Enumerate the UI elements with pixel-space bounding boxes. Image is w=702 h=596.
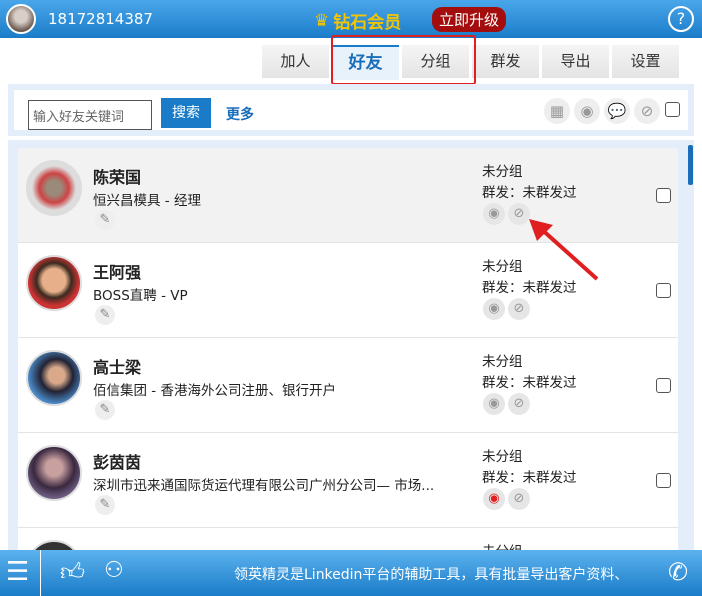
mass-send-status: 群发：未群发过 bbox=[482, 470, 577, 486]
top-bar: 18172814387 ♛ 钻石会员 立即升级 ? bbox=[0, 0, 702, 38]
contact-group: 未分组 bbox=[482, 164, 523, 180]
user-phone: 18172814387 bbox=[48, 10, 153, 28]
contact-title: BOSS直聘 - VP bbox=[93, 288, 188, 304]
menu-icon[interactable]: ☰ bbox=[6, 558, 29, 586]
avatar bbox=[26, 160, 82, 216]
row-checkbox[interactable] bbox=[656, 378, 671, 393]
tab-groups[interactable]: 分组 bbox=[402, 45, 469, 78]
divider bbox=[40, 550, 41, 596]
contact-group: 未分组 bbox=[482, 449, 523, 465]
eye-icon[interactable]: ◉ bbox=[483, 393, 505, 415]
eye-icon[interactable]: ◉ bbox=[483, 203, 505, 225]
crown-icon: ♛ bbox=[314, 10, 330, 31]
search-toolbar: 输入好友关键词 搜索 更多 ▦ ◉ 💬 ⊘ bbox=[8, 84, 694, 136]
contact-group: 未分组 bbox=[482, 354, 523, 370]
contact-name: 高士梁 bbox=[93, 358, 142, 377]
edit-icon[interactable]: ✎ bbox=[95, 210, 115, 230]
phone-icon[interactable]: ✆ bbox=[668, 558, 688, 586]
contact-name: 王阿强 bbox=[93, 263, 142, 282]
contact-group: 未分组 bbox=[482, 540, 523, 550]
avatar bbox=[26, 255, 82, 311]
contact-group: 未分组 bbox=[482, 259, 523, 275]
contact-name: 陈荣国 bbox=[93, 168, 142, 187]
block-icon[interactable]: ⊘ bbox=[508, 393, 530, 415]
contact-title: 深圳市迅来通国际货运代理有限公司广州分公司— 市场... bbox=[93, 478, 435, 494]
eye-icon[interactable]: ◉ bbox=[574, 98, 600, 124]
avatar bbox=[26, 445, 82, 501]
block-icon[interactable]: ⊘ bbox=[634, 98, 660, 124]
mass-send-status: 群发：未群发过 bbox=[482, 185, 577, 201]
grid-view-icon[interactable]: ▦ bbox=[544, 98, 570, 124]
avatar bbox=[26, 540, 82, 550]
block-icon[interactable]: ⊘ bbox=[508, 298, 530, 320]
contact-title: 恒兴昌模具 - 经理 bbox=[93, 193, 201, 209]
list-item[interactable]: 高士梁 佰信集团 - 香港海外公司注册、银行开户 ✎ 未分组 群发：未群发过 ◉… bbox=[18, 338, 678, 433]
user-avatar[interactable] bbox=[6, 4, 36, 34]
vip-badge: ♛ 钻石会员 bbox=[314, 10, 402, 34]
edit-icon[interactable]: ✎ bbox=[95, 400, 115, 420]
select-all-checkbox[interactable] bbox=[665, 102, 680, 117]
add-user-icon[interactable]: ⚇ bbox=[104, 558, 124, 583]
edit-icon[interactable]: ✎ bbox=[95, 305, 115, 325]
scrollbar[interactable] bbox=[688, 145, 693, 185]
message-icon[interactable]: 💬 bbox=[604, 98, 630, 124]
tab-bar: 加人 好友 分组 群发 导出 设置 bbox=[262, 45, 679, 80]
contact-list: 陈荣国 恒兴昌模具 - 经理 ✎ 未分组 群发：未群发过 ◉ ⊘ 王阿强 BOSS… bbox=[8, 140, 694, 550]
search-button[interactable]: 搜索 bbox=[161, 98, 211, 128]
mass-send-status: 群发：未群发过 bbox=[482, 375, 577, 391]
marquee-text: 领英精灵是Linkedin平台的辅助工具，具有批量导出客户资料、 bbox=[234, 567, 629, 583]
block-icon[interactable]: ⊘ bbox=[508, 488, 530, 510]
row-checkbox[interactable] bbox=[656, 473, 671, 488]
tab-add[interactable]: 加人 bbox=[262, 45, 329, 78]
eye-icon[interactable]: ◉ bbox=[483, 488, 505, 510]
edit-icon[interactable]: ✎ bbox=[95, 495, 115, 515]
upgrade-button[interactable]: 立即升级 bbox=[432, 7, 507, 32]
tab-settings[interactable]: 设置 bbox=[612, 45, 679, 78]
row-checkbox[interactable] bbox=[656, 188, 671, 203]
list-item[interactable]: 未分组 bbox=[18, 528, 678, 550]
contact-name: 彭茵茵 bbox=[93, 453, 142, 472]
tab-friends[interactable]: 好友 bbox=[332, 45, 399, 80]
more-link[interactable]: 更多 bbox=[226, 104, 254, 124]
help-icon[interactable]: ? bbox=[668, 6, 694, 32]
eye-icon[interactable]: ◉ bbox=[483, 298, 505, 320]
row-checkbox[interactable] bbox=[656, 283, 671, 298]
bottom-bar: ☰ 👍︎ ⚇ 领英精灵是Linkedin平台的辅助工具，具有批量导出客户资料、 … bbox=[0, 550, 702, 596]
contact-title: 佰信集团 - 香港海外公司注册、银行开户 bbox=[93, 383, 336, 399]
tab-export[interactable]: 导出 bbox=[542, 45, 609, 78]
search-input[interactable]: 输入好友关键词 bbox=[28, 100, 152, 130]
thumbs-up-icon[interactable]: 👍︎ bbox=[60, 558, 85, 587]
red-arrow-annotation bbox=[529, 219, 599, 281]
avatar bbox=[26, 350, 82, 406]
list-item[interactable]: 彭茵茵 深圳市迅来通国际货运代理有限公司广州分公司— 市场... ✎ 未分组 群… bbox=[18, 433, 678, 528]
tab-mass-send[interactable]: 群发 bbox=[472, 45, 539, 78]
